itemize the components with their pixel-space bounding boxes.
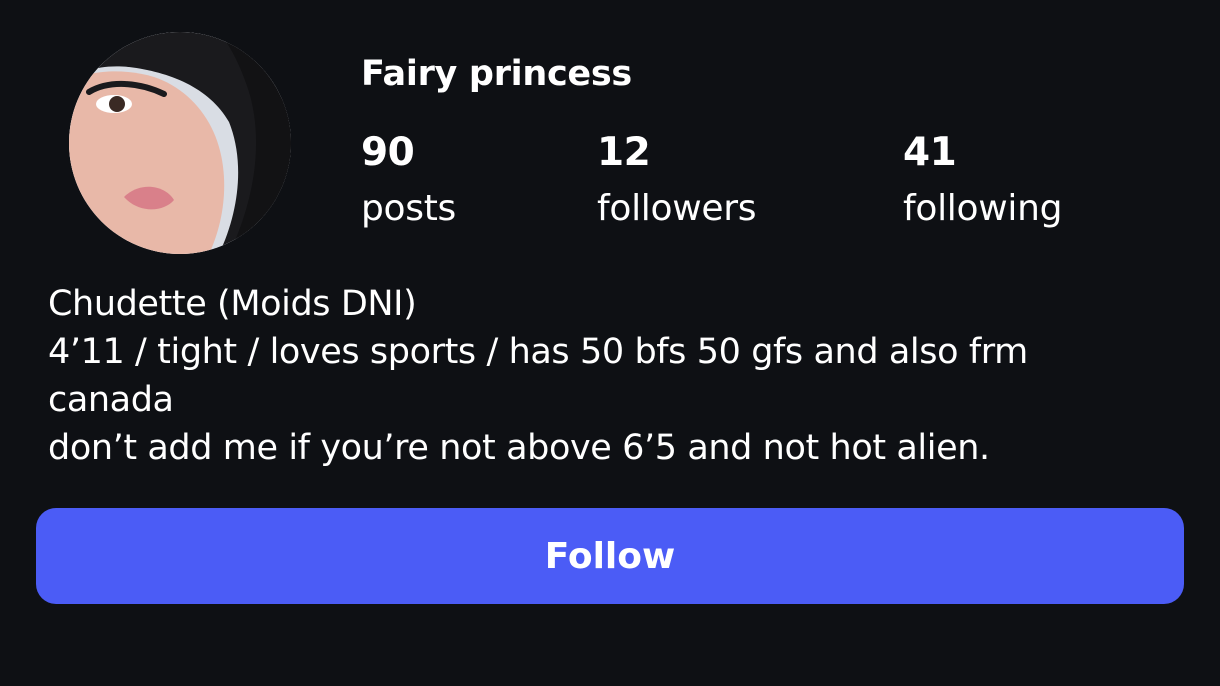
following-label: following <box>903 188 1063 229</box>
bio-line: canada <box>48 380 174 420</box>
stat-posts[interactable]: 90 posts <box>361 128 456 232</box>
follow-button[interactable]: Follow <box>36 508 1184 604</box>
bio-line: 4’11 / tight / loves sports / has 50 bfs… <box>48 332 1028 372</box>
profile-header: Fairy princess 90 posts 12 followers 41 … <box>0 0 1220 686</box>
profile-name: Fairy princess <box>361 54 632 94</box>
posts-count: 90 <box>361 130 415 175</box>
profile-bio: Chudette (Moids DNI) 4’11 / tight / love… <box>48 280 1178 472</box>
avatar-photo <box>69 32 291 254</box>
following-count: 41 <box>903 130 957 175</box>
followers-count: 12 <box>597 130 651 175</box>
stat-followers[interactable]: 12 followers <box>597 128 756 232</box>
bio-line: don’t add me if you’re not above 6’5 and… <box>48 428 990 468</box>
posts-label: posts <box>361 188 457 229</box>
followers-label: followers <box>597 188 757 229</box>
stat-following[interactable]: 41 following <box>903 128 1062 232</box>
bio-line: Chudette (Moids DNI) <box>48 284 417 324</box>
avatar[interactable] <box>69 32 291 254</box>
